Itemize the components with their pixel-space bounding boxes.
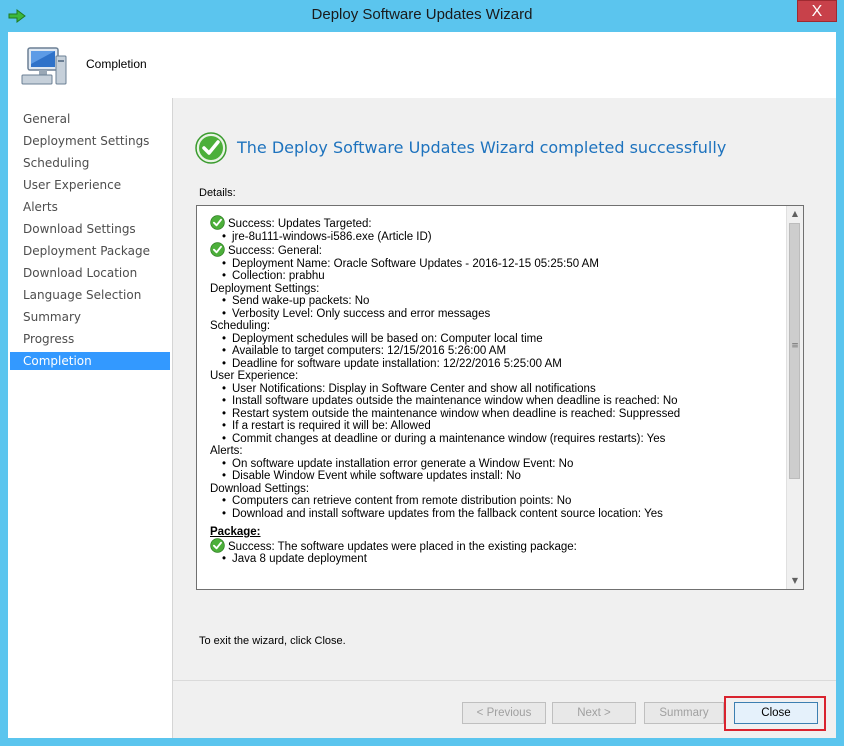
detail-bullet-item: Send wake-up packets: No [210, 295, 780, 308]
detail-bullet-item: Collection: prabhu [210, 270, 780, 283]
detail-section-heading: Scheduling: [210, 320, 780, 333]
nav-item-download-settings[interactable]: Download Settings [10, 220, 170, 238]
detail-text: Deployment Settings: [210, 282, 320, 295]
detail-bullet-item: On software update installation error ge… [210, 458, 780, 471]
detail-text: Install software updates outside the mai… [232, 395, 678, 407]
details-content: Success: Updates Targeted:jre-8u111-wind… [210, 215, 780, 566]
wizard-client-area: Completion General Deployment Settings S… [8, 32, 836, 738]
success-heading: The Deploy Software Updates Wizard compl… [237, 138, 727, 157]
nav-item-deployment-settings[interactable]: Deployment Settings [10, 132, 170, 150]
detail-text: Restart system outside the maintenance w… [232, 407, 681, 420]
detail-text: Download Settings: [210, 482, 310, 495]
success-check-icon [210, 537, 225, 553]
detail-bullet-item: Deadline for software update installatio… [210, 358, 780, 371]
detail-text: Verbosity Level: Only success and error … [232, 307, 491, 320]
nav-item-deployment-package[interactable]: Deployment Package [10, 242, 170, 260]
detail-bullet-item: jre-8u111-windows-i586.exe (Article ID) [210, 231, 780, 244]
detail-success-line: Success: Updates Targeted: [210, 215, 780, 231]
details-scrollbar[interactable]: ▲ ≡ ▼ [786, 206, 803, 589]
computer-icon [21, 47, 67, 85]
footer-divider [173, 680, 836, 681]
detail-text: Deployment Name: Oracle Software Updates… [232, 257, 599, 270]
window-title: Deploy Software Updates Wizard [311, 6, 533, 23]
detail-text: Alerts: [210, 445, 243, 457]
detail-bullet-item: Install software updates outside the mai… [210, 395, 780, 408]
detail-text: Commit changes at deadline or during a m… [232, 432, 666, 445]
summary-button[interactable]: Summary [644, 702, 724, 724]
previous-button[interactable]: < Previous [462, 702, 546, 724]
detail-text: Deadline for software update installatio… [232, 357, 562, 370]
detail-bullet-item: Java 8 update deployment [210, 553, 780, 566]
nav-item-language-selection[interactable]: Language Selection [10, 286, 170, 304]
wizard-window: Deploy Software Updates Wizard X Complet… [0, 0, 844, 746]
detail-text: Success: The software updates were place… [228, 540, 577, 553]
scroll-grip-icon: ≡ [791, 341, 799, 351]
detail-text: If a restart is required it will be: All… [232, 420, 431, 432]
success-check-icon [210, 242, 225, 257]
detail-text: Java 8 update deployment [232, 553, 367, 565]
title-bar[interactable]: Deploy Software Updates Wizard X [0, 0, 844, 32]
detail-text: Available to target computers: 12/15/201… [232, 345, 507, 357]
detail-text: Download and install software updates fr… [232, 507, 663, 520]
scroll-up-arrow-icon[interactable]: ▲ [787, 206, 803, 222]
nav-item-alerts[interactable]: Alerts [10, 198, 170, 216]
detail-section-heading: User Experience: [210, 370, 780, 383]
detail-text: User Notifications: Display in Software … [232, 382, 596, 395]
detail-bullet-item: Restart system outside the maintenance w… [210, 408, 780, 421]
detail-text: Send wake-up packets: No [232, 295, 370, 307]
close-highlight-box [724, 696, 826, 731]
detail-package-heading: Package: [210, 526, 780, 539]
detail-bullet-item: User Notifications: Display in Software … [210, 383, 780, 396]
scroll-down-arrow-icon[interactable]: ▼ [787, 573, 803, 589]
detail-section-heading: Alerts: [210, 445, 780, 458]
detail-bullet-item: Commit changes at deadline or during a m… [210, 433, 780, 446]
detail-bullet-item: Available to target computers: 12/15/201… [210, 345, 780, 358]
detail-text: Disable Window Event while software upda… [232, 470, 521, 482]
detail-text: Package: [210, 526, 261, 538]
detail-text: Collection: prabhu [232, 270, 325, 282]
next-button[interactable]: Next > [552, 702, 636, 724]
exit-instruction: To exit the wizard, click Close. [199, 635, 346, 647]
detail-bullet-item: Disable Window Event while software upda… [210, 470, 780, 483]
scroll-thumb[interactable]: ≡ [789, 223, 800, 479]
detail-text: On software update installation error ge… [232, 457, 574, 470]
nav-item-summary[interactable]: Summary [10, 308, 170, 326]
success-check-icon [210, 215, 225, 230]
detail-bullet-item: Deployment Name: Oracle Software Updates… [210, 258, 780, 271]
detail-text: User Experience: [210, 370, 299, 382]
nav-item-user-experience[interactable]: User Experience [10, 176, 170, 194]
success-check-icon [195, 132, 227, 164]
nav-item-scheduling[interactable]: Scheduling [10, 154, 170, 172]
detail-bullet-item: Deployment schedules will be based on: C… [210, 333, 780, 346]
wizard-nav: General Deployment Settings Scheduling U… [8, 98, 173, 738]
detail-text: Deployment schedules will be based on: C… [232, 332, 543, 345]
details-textbox[interactable]: Success: Updates Targeted:jre-8u111-wind… [196, 205, 804, 590]
wizard-main-pane: The Deploy Software Updates Wizard compl… [173, 98, 836, 738]
nav-item-general[interactable]: General [10, 110, 170, 128]
details-label: Details: [199, 187, 236, 199]
detail-bullet-item: Computers can retrieve content from remo… [210, 495, 780, 508]
nav-item-progress[interactable]: Progress [10, 330, 170, 348]
wizard-header: Completion [8, 32, 836, 99]
nav-item-completion[interactable]: Completion [10, 352, 170, 370]
detail-success-line: Success: General: [210, 242, 780, 258]
detail-text: Success: General: [228, 245, 322, 257]
detail-text: Scheduling: [210, 320, 271, 332]
detail-text: Success: Updates Targeted: [228, 218, 372, 230]
window-close-button[interactable]: X [797, 0, 837, 22]
detail-text: jre-8u111-windows-i586.exe (Article ID) [232, 230, 432, 243]
detail-text: Computers can retrieve content from remo… [232, 495, 572, 507]
detail-success-line: Success: The software updates were place… [210, 537, 780, 554]
nav-item-download-location[interactable]: Download Location [10, 264, 170, 282]
detail-bullet-item: Download and install software updates fr… [210, 508, 780, 521]
page-title: Completion [86, 57, 147, 71]
detail-section-heading: Deployment Settings: [210, 283, 780, 296]
detail-bullet-item: If a restart is required it will be: All… [210, 420, 780, 433]
detail-bullet-item: Verbosity Level: Only success and error … [210, 308, 780, 321]
detail-section-heading: Download Settings: [210, 483, 780, 496]
